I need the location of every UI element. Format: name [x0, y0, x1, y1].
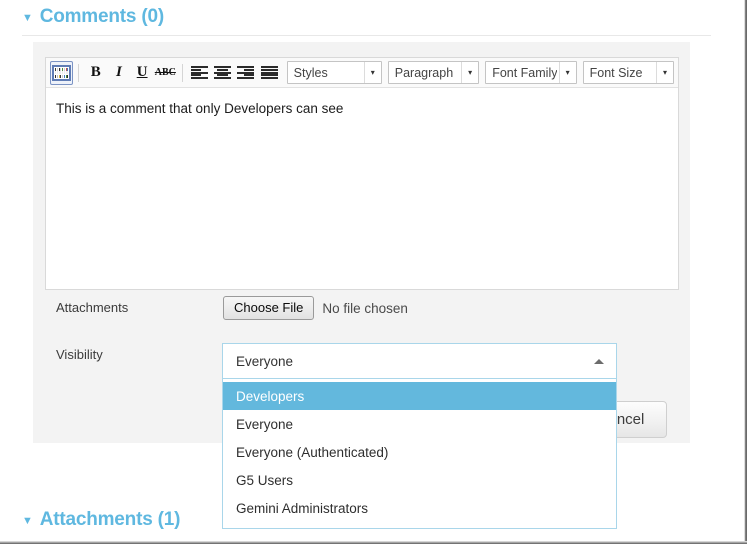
chevron-down-icon: ▾ — [363, 62, 381, 83]
file-upload-row: Choose File No file chosen — [223, 296, 408, 320]
chevron-down-icon: ▾ — [461, 62, 478, 83]
visibility-selected-value: Everyone — [236, 353, 294, 369]
visibility-option-everyone-authenticated[interactable]: Everyone (Authenticated) — [223, 438, 616, 466]
font-size-select-label: Font Size — [589, 65, 643, 80]
align-justify-icon[interactable] — [257, 61, 280, 85]
strikethrough-label: ABC — [154, 67, 176, 78]
file-chosen-status: No file chosen — [322, 300, 408, 316]
styles-select-label: Styles — [293, 65, 328, 80]
align-left-icon[interactable] — [188, 61, 211, 85]
styles-select[interactable]: Styles ▾ — [286, 61, 382, 84]
attachments-section-header[interactable]: ▼ Attachments (1) — [22, 509, 180, 531]
bold-button[interactable]: B — [84, 61, 107, 85]
comment-text: This is a comment that only Developers c… — [56, 101, 344, 116]
comments-section-header[interactable]: ▼ Comments (0) — [22, 6, 164, 28]
chevron-down-icon: ▾ — [656, 62, 673, 83]
chevron-down-icon: ▾ — [558, 62, 576, 83]
comments-divider — [22, 35, 711, 36]
strikethrough-button[interactable]: ABC — [154, 61, 177, 85]
visibility-option-gemini-administrators[interactable]: Gemini Administrators — [223, 494, 616, 522]
comments-section-title: Comments (0) — [39, 6, 164, 27]
toolbar-separator — [181, 63, 183, 82]
visibility-option-list: Developers Everyone Everyone (Authentica… — [222, 379, 617, 529]
editor-toolbar: B I U ABC Styles ▾ Paragraph ▾ Font Fami… — [46, 58, 678, 88]
template-icon-glyph — [52, 64, 72, 81]
align-justify-glyph — [260, 66, 278, 79]
font-family-select[interactable]: Font Family ▾ — [485, 61, 577, 84]
visibility-option-everyone[interactable]: Everyone — [223, 410, 616, 438]
paragraph-select-label: Paragraph — [394, 65, 454, 80]
visibility-option-g5-users[interactable]: G5 Users — [223, 466, 616, 494]
template-icon[interactable] — [50, 60, 74, 85]
comment-text-area[interactable]: This is a comment that only Developers c… — [46, 88, 678, 119]
align-center-icon[interactable] — [211, 61, 234, 85]
italic-button[interactable]: I — [107, 61, 130, 85]
paragraph-select[interactable]: Paragraph ▾ — [387, 61, 480, 84]
align-left-glyph — [190, 66, 208, 79]
italic-label: I — [116, 64, 122, 80]
chevron-up-icon — [594, 358, 604, 364]
toolbar-separator — [78, 63, 80, 82]
bold-label: B — [90, 64, 101, 80]
font-family-select-label: Font Family — [492, 65, 558, 80]
chevron-down-icon: ▼ — [22, 11, 33, 24]
font-size-select[interactable]: Font Size ▾ — [582, 61, 675, 84]
visibility-option-developers[interactable]: Developers — [223, 382, 616, 410]
chevron-down-icon: ▼ — [22, 514, 33, 527]
attachments-field-label: Attachments — [56, 300, 129, 315]
align-right-glyph — [237, 66, 255, 79]
visibility-field-label: Visibility — [56, 347, 103, 362]
visibility-combobox[interactable]: Everyone Developers Everyone Everyone (A… — [222, 343, 617, 529]
choose-file-button[interactable]: Choose File — [223, 296, 315, 320]
underline-label: U — [136, 64, 148, 80]
align-center-glyph — [214, 66, 232, 79]
underline-button[interactable]: U — [131, 61, 154, 85]
visibility-combobox-field[interactable]: Everyone — [222, 343, 617, 379]
comment-editor: B I U ABC Styles ▾ Paragraph ▾ Font Fami… — [45, 57, 679, 290]
align-right-icon[interactable] — [234, 61, 257, 85]
attachments-section-title: Attachments (1) — [39, 509, 181, 530]
